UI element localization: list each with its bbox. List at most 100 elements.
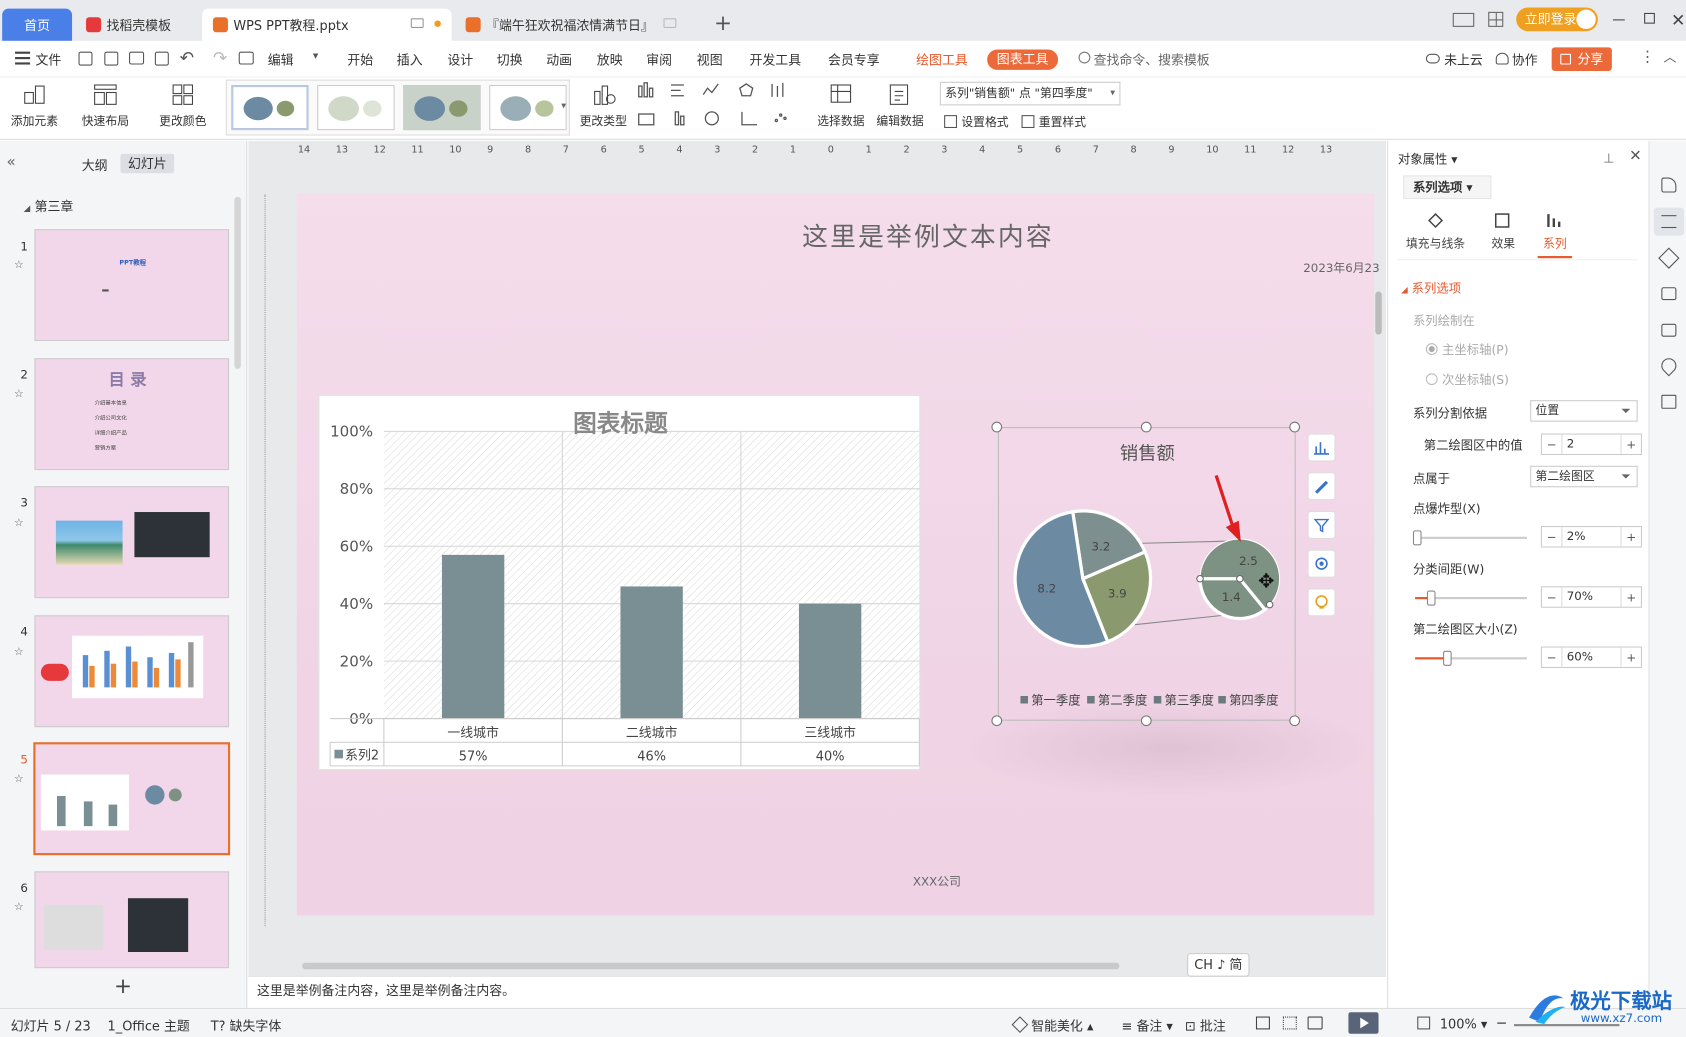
menu-design[interactable]: 设计: [447, 51, 473, 69]
chart-style-2[interactable]: [317, 84, 395, 131]
point-in-select[interactable]: 第二绘图区: [1530, 465, 1638, 488]
navigator-scrollbar[interactable]: [234, 196, 241, 369]
screen-icon[interactable]: [410, 18, 424, 28]
change-type-button[interactable]: 更改类型: [580, 82, 627, 129]
undo-icon[interactable]: ↶: [180, 47, 194, 67]
resize-handle[interactable]: [991, 715, 1003, 727]
collab-icon[interactable]: [1495, 52, 1509, 65]
properties-icon[interactable]: [1653, 207, 1684, 236]
beautify-button[interactable]: 智能美化 ▴: [1011, 1016, 1093, 1035]
explosion-value[interactable]: 2%: [1561, 527, 1622, 547]
collab-button[interactable]: 协作: [1512, 51, 1538, 69]
vertical-scrollbar[interactable]: [1375, 291, 1382, 335]
collapse-ribbon-icon[interactable]: ︿: [1663, 47, 1676, 65]
second-plot-size-slider[interactable]: [1415, 650, 1527, 666]
add-slide-button[interactable]: +: [114, 972, 132, 998]
slider-knob[interactable]: [1443, 650, 1452, 666]
slider-knob[interactable]: [1413, 530, 1422, 546]
pie-chart[interactable]: 销售额 3.2 3.9 8.2 2.5 1.4 第一季度 第二季度 第三季度 第四季度: [997, 427, 1296, 721]
second-plot-size-stepper[interactable]: −60% +: [1540, 646, 1642, 669]
animation-icon[interactable]: [1661, 177, 1677, 193]
sorter-view-icon[interactable]: [1282, 1016, 1297, 1030]
slide-footer[interactable]: XXX公司: [913, 872, 961, 889]
menu-animation[interactable]: 动画: [546, 51, 572, 69]
add-element-button[interactable]: 添加元素: [11, 82, 58, 129]
book-icon[interactable]: [1661, 394, 1677, 409]
explosion-stepper[interactable]: −2% +: [1540, 526, 1642, 548]
chart-style-1[interactable]: [231, 84, 309, 131]
properties-title[interactable]: 对象属性 ▾: [1398, 151, 1458, 168]
slide-title[interactable]: 这里是举例文本内容: [802, 215, 1054, 253]
menu-file[interactable]: 文件: [35, 51, 61, 69]
tab-doc-wps-ppt[interactable]: WPS PPT教程.pptx: [202, 8, 452, 41]
gap-slider[interactable]: [1415, 590, 1527, 606]
tab-home[interactable]: 首页: [2, 8, 73, 41]
split-by-select[interactable]: 位置: [1530, 400, 1638, 422]
pie-chart-title[interactable]: 销售额: [1120, 443, 1175, 464]
second-plot-values-stepper[interactable]: −2 +: [1540, 433, 1642, 456]
chart-elements-tool[interactable]: [1307, 433, 1336, 462]
pin-tool-icon[interactable]: [1658, 247, 1680, 269]
menu-edit[interactable]: 编辑: [268, 51, 294, 69]
section-series-options[interactable]: ◢ 系列选项: [1401, 280, 1461, 297]
change-color-button[interactable]: 更改颜色: [159, 82, 206, 129]
decrement-button[interactable]: −: [1542, 530, 1561, 544]
slide-thumbnail-1[interactable]: PPT教程: [34, 229, 230, 341]
image-icon[interactable]: [1661, 323, 1677, 337]
close-pane-icon[interactable]: ✕: [1629, 147, 1642, 164]
subtab-series[interactable]: 系列: [1537, 210, 1573, 259]
menu-view[interactable]: 视图: [697, 51, 723, 69]
menu-vip[interactable]: 会员专享: [828, 51, 880, 69]
select-data-button[interactable]: 选择数据: [817, 82, 865, 129]
increment-button[interactable]: +: [1622, 590, 1641, 604]
menu-draw-tools[interactable]: 绘图工具: [916, 51, 968, 69]
chart-settings-tool[interactable]: [1307, 549, 1336, 578]
reset-style-button[interactable]: 重置样式: [1021, 113, 1086, 130]
series-selector[interactable]: 系列"销售额" 点 "第四季度" ▾: [939, 81, 1121, 106]
tab-outline[interactable]: 大纲: [82, 156, 108, 174]
grid-icon[interactable]: [1488, 11, 1504, 27]
quick-layout-button[interactable]: 快速布局: [82, 82, 129, 129]
increment-button[interactable]: +: [1622, 437, 1641, 451]
chart-style-tool[interactable]: [1307, 472, 1336, 501]
comment-toggle[interactable]: ⊡ 批注: [1185, 1017, 1226, 1035]
more-icon[interactable]: ⋮: [1640, 48, 1655, 65]
chart-filter-tool[interactable]: [1307, 510, 1336, 539]
notes-pane[interactable]: 这里是举例备注内容，这里是举例备注内容。: [248, 975, 1387, 1008]
missing-font-button[interactable]: T? 缺失字体: [211, 1017, 281, 1035]
resize-handle[interactable]: [1140, 421, 1152, 433]
chart-element-icons[interactable]: [637, 82, 798, 134]
bar-chart[interactable]: 100% 80% 60% 40% 20% 0% 一线城市 57% 二线城市 46% 三线城市 40%…: [318, 394, 921, 771]
ime-indicator[interactable]: CH ♪ 简: [1187, 953, 1250, 977]
menu-chart-tools[interactable]: 图表工具: [987, 49, 1059, 70]
resize-handle[interactable]: [1289, 715, 1301, 727]
login-button[interactable]: 立即登录: [1516, 7, 1598, 32]
chart-style-4[interactable]: [489, 84, 567, 131]
gap-value[interactable]: 70%: [1561, 587, 1622, 607]
tab-doc-duanwu[interactable]: 『端午狂欢祝福浓情满节日』: [454, 8, 705, 41]
zoom-level[interactable]: 100% ▾: [1440, 1017, 1487, 1032]
theme-name[interactable]: 1_Office 主题: [108, 1017, 190, 1035]
fit-window-icon[interactable]: [1417, 1016, 1431, 1030]
slide-thumbnail-5[interactable]: [33, 742, 231, 856]
redo-icon[interactable]: ↷: [213, 47, 227, 67]
add-tab-button[interactable]: +: [714, 10, 732, 36]
tab-slides[interactable]: 幻灯片: [120, 153, 175, 174]
chevron-down-icon[interactable]: ▾: [313, 51, 318, 63]
notes-text[interactable]: 这里是举例备注内容，这里是举例备注内容。: [257, 981, 515, 999]
maximize-icon[interactable]: [1644, 12, 1655, 24]
layout-icon[interactable]: [1452, 12, 1475, 27]
explosion-slider[interactable]: [1413, 530, 1527, 546]
save-icon[interactable]: [78, 51, 93, 66]
preview-icon[interactable]: [154, 51, 169, 66]
print-icon[interactable]: [129, 51, 145, 65]
slide-thumbnail-3[interactable]: [34, 486, 230, 599]
share-button[interactable]: 分享: [1551, 47, 1612, 71]
location-icon[interactable]: [1658, 355, 1680, 377]
decrement-button[interactable]: −: [1542, 437, 1561, 451]
horizontal-scrollbar[interactable]: [302, 962, 1120, 970]
series-options-tab[interactable]: 系列选项 ▾: [1403, 175, 1492, 200]
search-icon[interactable]: [1078, 51, 1091, 64]
zoom-out-button[interactable]: −: [1496, 1015, 1508, 1031]
menu-insert[interactable]: 插入: [397, 51, 423, 69]
